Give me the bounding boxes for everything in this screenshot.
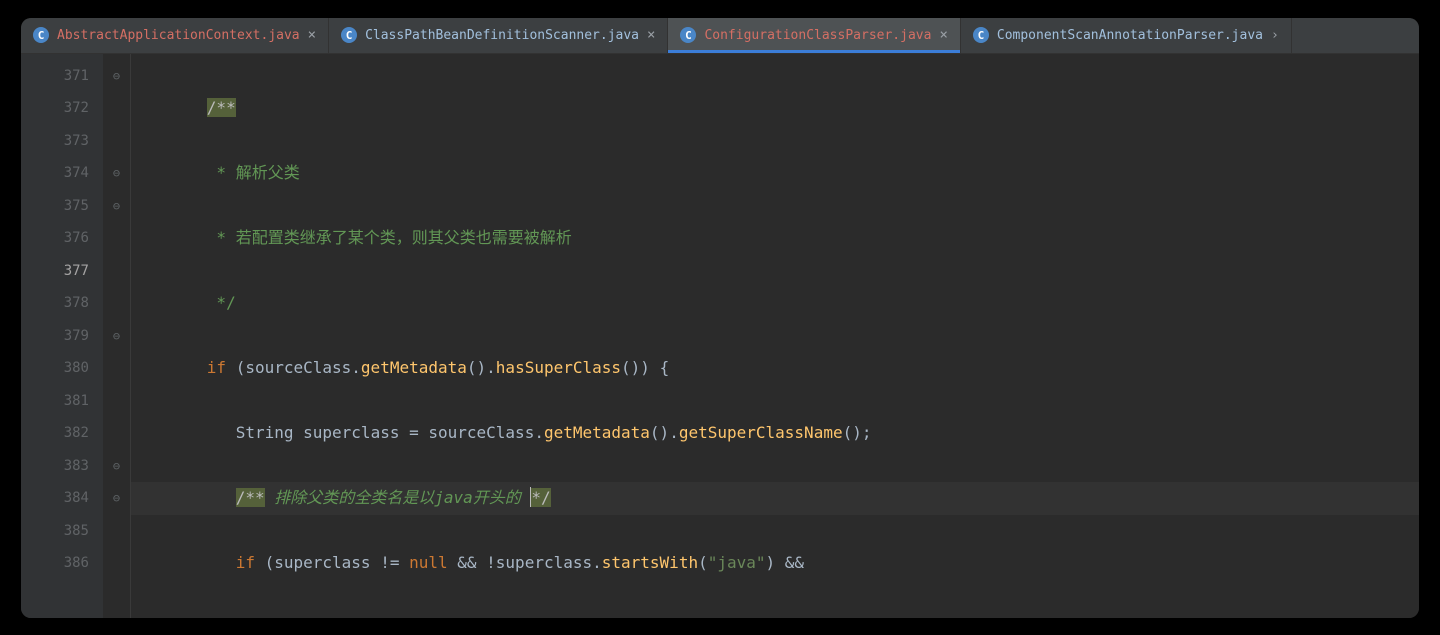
line-number: 372 [39,92,89,125]
fold-marker [103,92,130,125]
java-class-icon: C [341,27,357,43]
tab-configuration-class-parser[interactable]: C ConfigurationClassParser.java × [668,18,960,53]
java-class-icon: C [33,27,49,43]
fold-marker[interactable]: ⊖ [103,157,130,190]
tab-label: AbstractApplicationContext.java [57,28,300,43]
chevron-right-icon: › [1271,28,1279,43]
editor: 371 372 373 374 375 376 377 378 379 380 … [21,54,1419,618]
line-number: 386 [39,547,89,580]
fold-marker[interactable]: ⊖ [103,190,130,223]
fold-column: ⊖ ⊖ ⊖ ⊖ ⊖ ⊖ [103,54,131,618]
code-area[interactable]: /** * 解析父类 * 若配置类继承了某个类，则其父类也需要被解析 */ if… [131,54,1419,618]
tab-abstract-application-context[interactable]: C AbstractApplicationContext.java × [21,18,329,53]
tab-classpath-bean-scanner[interactable]: C ClassPathBeanDefinitionScanner.java × [329,18,668,53]
fold-marker [103,352,130,385]
line-number: 385 [39,515,89,548]
fold-marker[interactable]: ⊖ [103,482,130,515]
fold-marker [103,385,130,418]
line-number: 383 [39,450,89,483]
fold-marker[interactable]: ⊖ [103,60,130,93]
fold-marker[interactable]: ⊖ [103,450,130,483]
fold-marker [103,515,130,548]
line-number: 379 [39,320,89,353]
line-number: 376 [39,222,89,255]
fold-marker [103,547,130,580]
fold-marker [103,222,130,255]
tab-component-scan-parser[interactable]: C ComponentScanAnnotationParser.java › [961,18,1292,53]
line-number: 381 [39,385,89,418]
line-number: 384 [39,482,89,515]
tab-label: ClassPathBeanDefinitionScanner.java [365,28,639,43]
tab-label: ComponentScanAnnotationParser.java [997,28,1263,43]
close-icon[interactable]: × [308,28,316,42]
line-number: 375 [39,190,89,223]
fold-marker [103,287,130,320]
line-number: 380 [39,352,89,385]
line-number: 371 [39,60,89,93]
line-number-gutter: 371 372 373 374 375 376 377 378 379 380 … [21,54,103,618]
ide-window: C AbstractApplicationContext.java × C Cl… [21,18,1419,618]
line-number: 374 [39,157,89,190]
fold-marker [103,417,130,450]
java-class-icon: C [973,27,989,43]
tab-bar: C AbstractApplicationContext.java × C Cl… [21,18,1419,54]
tab-label: ConfigurationClassParser.java [704,28,931,43]
close-icon[interactable]: × [647,28,655,42]
line-number: 378 [39,287,89,320]
close-icon[interactable]: × [939,28,947,42]
fold-marker [103,125,130,158]
line-number: 373 [39,125,89,158]
line-number: 382 [39,417,89,450]
fold-marker [103,255,130,288]
line-number: 377 [39,255,89,288]
fold-marker[interactable]: ⊖ [103,320,130,353]
java-class-icon: C [680,27,696,43]
